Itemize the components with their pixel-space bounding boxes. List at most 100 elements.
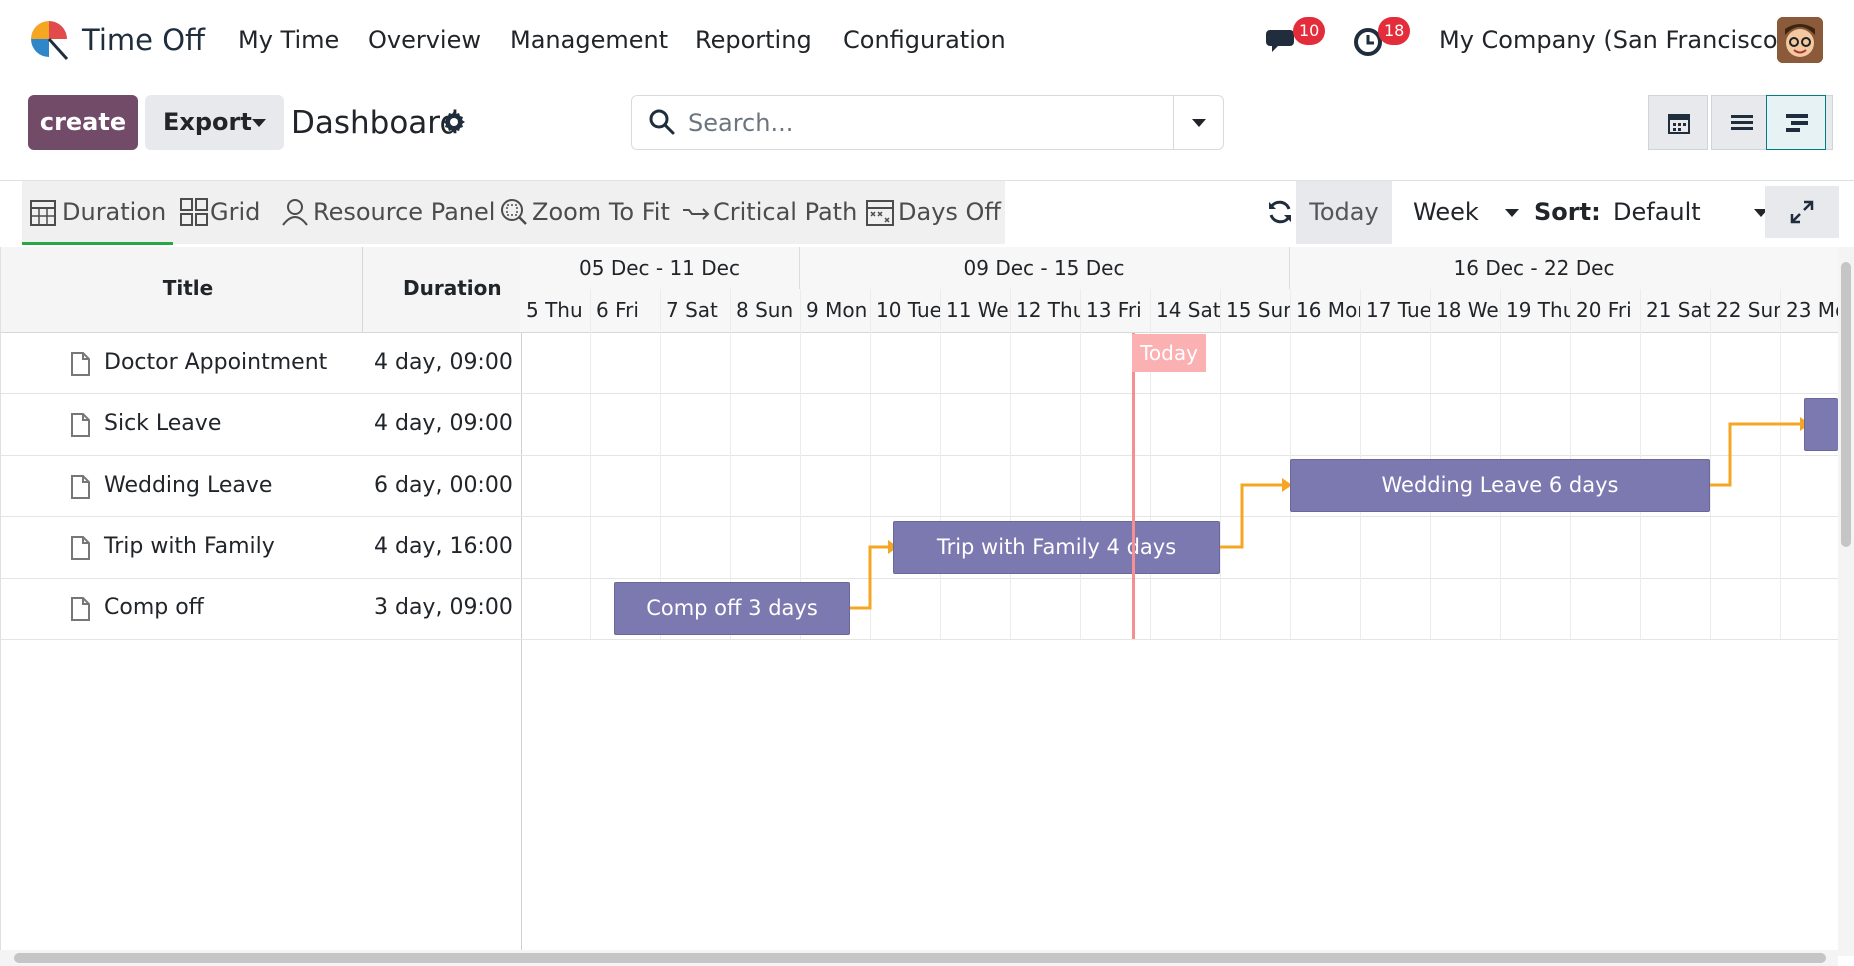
column-separator xyxy=(362,247,363,332)
task-title[interactable]: Wedding Leave xyxy=(104,473,272,498)
today-button[interactable]: Today xyxy=(1296,181,1392,244)
calendar-off-icon xyxy=(866,200,894,226)
menu-my-time[interactable]: My Time xyxy=(238,20,339,60)
day-label: 17 Tue xyxy=(1366,298,1430,322)
day-label: 13 Fri xyxy=(1086,298,1142,322)
day-label: 14 Sat xyxy=(1156,298,1220,322)
document-icon xyxy=(70,475,90,499)
row-divider xyxy=(1,639,1838,640)
task-duration: 3 day, 09:00 xyxy=(374,595,513,620)
list-view-button[interactable] xyxy=(1711,95,1771,150)
search-input[interactable] xyxy=(686,100,1160,146)
day-label: 22 Sun xyxy=(1716,298,1780,322)
user-avatar[interactable] xyxy=(1777,17,1823,63)
export-label: Export xyxy=(163,108,252,136)
day-label: 18 Wed xyxy=(1436,298,1500,322)
days-off-button[interactable]: Days Off xyxy=(866,181,1006,244)
day-label: 21 Sat xyxy=(1646,298,1710,322)
gantt-bar-comp-off[interactable]: Comp off 3 days xyxy=(614,582,850,635)
active-tab-indicator xyxy=(22,242,173,245)
app-name[interactable]: Time Off xyxy=(82,20,205,60)
menu-management[interactable]: Management xyxy=(510,20,668,60)
day-label: 6 Fri xyxy=(596,298,639,322)
refresh-icon[interactable] xyxy=(1266,198,1294,226)
resource-panel-label: Resource Panel xyxy=(313,198,496,226)
today-marker-tag: Today xyxy=(1132,334,1206,372)
user-icon xyxy=(282,199,308,226)
day-label: 8 Sun xyxy=(736,298,794,322)
calendar-view-button[interactable] xyxy=(1648,95,1708,150)
zoom-fit-icon xyxy=(501,199,527,225)
grid-button[interactable]: Grid xyxy=(180,181,270,244)
company-switcher[interactable]: My Company (San Francisco) xyxy=(1439,20,1787,60)
calendar-grid-icon xyxy=(30,200,56,226)
sort-value: Default xyxy=(1613,198,1701,226)
gear-icon[interactable] xyxy=(442,110,466,134)
day-label: 7 Sat xyxy=(666,298,718,322)
document-icon xyxy=(70,352,90,376)
scale-select[interactable]: Week xyxy=(1397,181,1533,244)
zoom-to-fit-label: Zoom To Fit xyxy=(532,198,670,226)
arrow-right-icon xyxy=(683,208,710,220)
critical-path-button[interactable]: Critical Path xyxy=(681,181,857,244)
day-label: 9 Mon xyxy=(806,298,868,322)
task-title[interactable]: Doctor Appointment xyxy=(104,350,327,375)
fullscreen-button[interactable] xyxy=(1765,186,1839,238)
task-duration: 4 day, 09:00 xyxy=(374,350,513,375)
menu-reporting[interactable]: Reporting xyxy=(695,20,812,60)
gantt-view-button[interactable] xyxy=(1766,95,1826,150)
zoom-to-fit-button[interactable]: Zoom To Fit xyxy=(500,181,670,244)
messages-badge: 10 xyxy=(1293,17,1326,45)
duration-label: Duration xyxy=(62,198,167,226)
sort-label: Sort: xyxy=(1534,198,1601,226)
gantt-bar-wedding-leave[interactable]: Wedding Leave 6 days xyxy=(1290,459,1710,512)
chevron-down-icon xyxy=(252,119,266,127)
document-icon xyxy=(70,597,90,621)
day-label: 12 Thu xyxy=(1016,298,1080,322)
column-header-title[interactable]: Title xyxy=(150,276,226,300)
week-label: 05 Dec - 11 Dec xyxy=(579,256,740,280)
scale-value: Week xyxy=(1413,198,1479,226)
week-label: 16 Dec - 22 Dec xyxy=(1453,256,1615,280)
day-label: 5 Thu xyxy=(526,298,583,322)
document-icon xyxy=(70,536,90,560)
breadcrumb: Dashboard xyxy=(291,105,460,141)
day-label: 20 Fri xyxy=(1576,298,1632,322)
expand-icon xyxy=(1790,200,1814,224)
gantt-bar-sick-leave[interactable] xyxy=(1804,398,1838,451)
time-off-app-icon[interactable] xyxy=(27,17,71,61)
vertical-scroll-thumb[interactable] xyxy=(1841,262,1851,547)
duration-button[interactable]: Duration xyxy=(30,181,175,244)
menu-overview[interactable]: Overview xyxy=(368,20,481,60)
export-button[interactable]: Export xyxy=(145,95,284,150)
gantt-bar-trip-with-family[interactable]: Trip with Family 4 days xyxy=(893,521,1220,574)
search-options-toggle[interactable] xyxy=(1173,96,1224,149)
create-button[interactable]: create xyxy=(28,95,138,150)
day-label: 11 Wed xyxy=(946,298,1010,322)
task-title[interactable]: Comp off xyxy=(104,595,204,620)
day-label: 16 Mon xyxy=(1296,298,1360,322)
sort-select[interactable]: Default xyxy=(1607,181,1768,244)
horizontal-scroll-thumb[interactable] xyxy=(14,953,1826,963)
task-duration: 4 day, 16:00 xyxy=(374,534,513,559)
critical-path-label: Critical Path xyxy=(713,198,858,226)
week-label: 09 Dec - 15 Dec xyxy=(963,256,1125,280)
days-off-label: Days Off xyxy=(898,198,1001,226)
activities-badge: 18 xyxy=(1378,17,1411,45)
gantt-icon xyxy=(1786,114,1808,132)
task-duration: 6 day, 00:00 xyxy=(374,473,513,498)
day-label: 19 Thu xyxy=(1506,298,1570,322)
task-title[interactable]: Sick Leave xyxy=(104,411,221,436)
list-icon xyxy=(1731,115,1753,130)
document-icon xyxy=(70,413,90,437)
task-duration: 4 day, 09:00 xyxy=(374,411,513,436)
resource-panel-button[interactable]: Resource Panel xyxy=(281,181,495,244)
search-icon xyxy=(648,108,676,136)
task-title[interactable]: Trip with Family xyxy=(104,534,275,559)
chevron-down-icon xyxy=(1505,209,1519,217)
menu-configuration[interactable]: Configuration xyxy=(843,20,1006,60)
grid-icon xyxy=(180,198,208,226)
calendar-icon xyxy=(1668,114,1690,134)
today-marker-line xyxy=(1132,333,1135,639)
day-label: 23 Mon xyxy=(1786,298,1838,322)
